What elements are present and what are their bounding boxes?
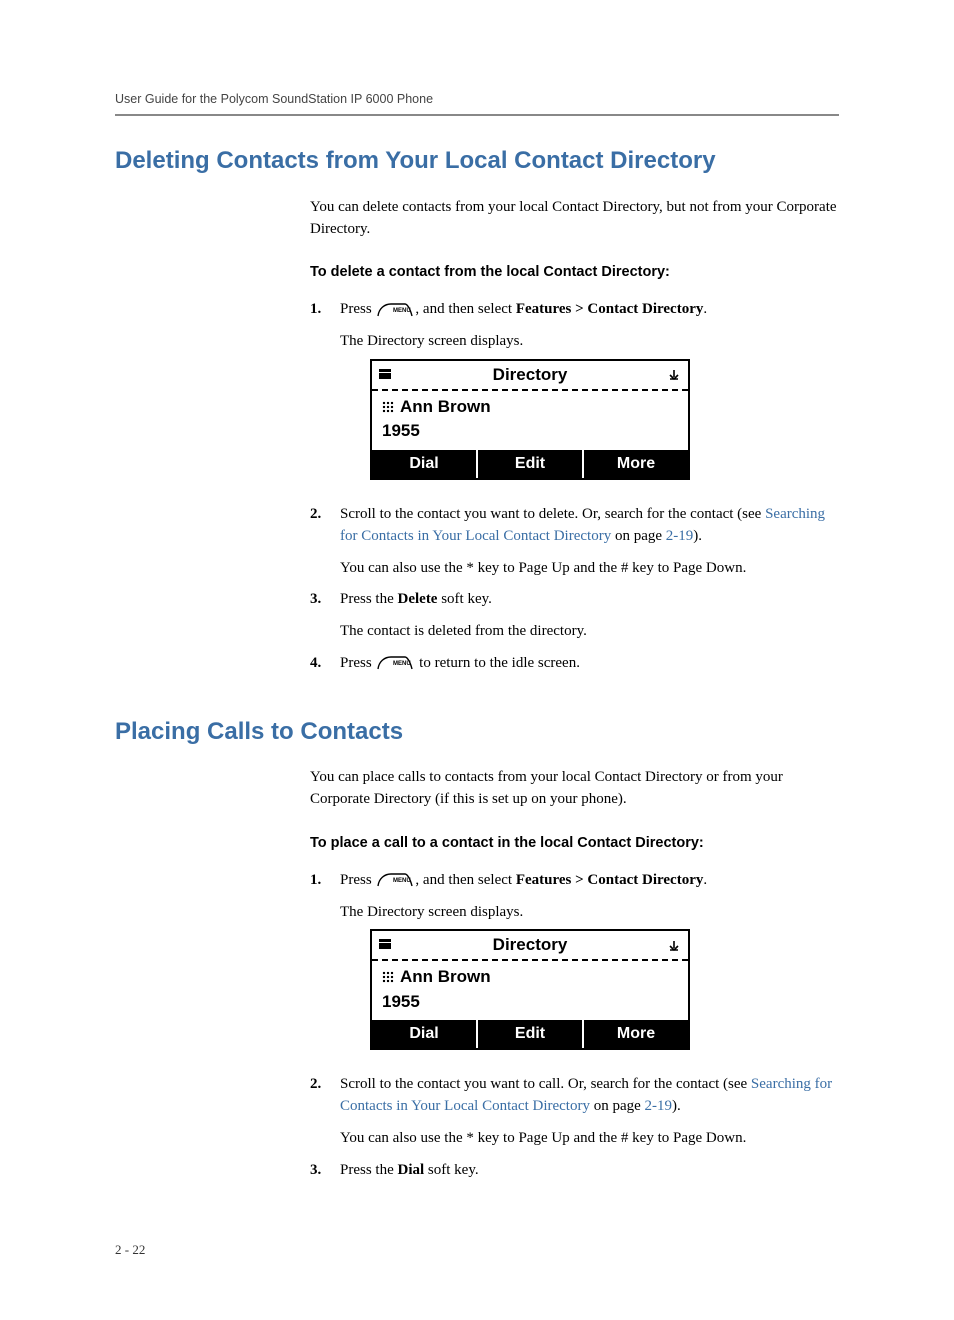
lcd-contact-name: Ann Brown [400, 965, 491, 990]
softkey-more[interactable]: More [584, 1020, 688, 1048]
step-sub: You can also use the * key to Page Up an… [340, 558, 839, 580]
step-text: on page [611, 528, 666, 544]
step-text: Press [340, 655, 375, 671]
step-sub: The contact is deleted from the director… [340, 621, 839, 643]
svg-text:MENU: MENU [393, 308, 411, 314]
features-label: Features [516, 872, 572, 888]
page-ref-link[interactable]: 2-19 [645, 1098, 673, 1114]
softkey-edit[interactable]: Edit [478, 1020, 584, 1048]
step-text: Scroll to the contact you want to call. … [340, 1076, 751, 1092]
step-text: soft key. [437, 591, 491, 607]
page-header: User Guide for the Polycom SoundStation … [115, 90, 839, 108]
down-arrow-icon [668, 369, 680, 381]
section-title-deleting: Deleting Contacts from Your Local Contac… [115, 144, 839, 179]
delete-key-label: Delete [398, 591, 438, 607]
step-text: to return to the idle screen. [415, 655, 580, 671]
header-rule [115, 114, 839, 116]
step-number: 2. [310, 1074, 340, 1149]
step-text: Scroll to the contact you want to delete… [340, 506, 765, 522]
gt-sep: > [571, 872, 587, 888]
keypad-icon [382, 401, 394, 413]
step-text: ). [693, 528, 702, 544]
page-number: 2 - 22 [115, 1241, 839, 1260]
step-sub: The Directory screen displays. [340, 902, 839, 924]
period: . [703, 872, 707, 888]
lcd-title: Directory [392, 363, 668, 388]
menu-key-icon: MENU [377, 872, 413, 888]
step-number: 1. [310, 299, 340, 494]
step-text: Press [340, 872, 375, 888]
subhead-place: To place a call to a contact in the loca… [310, 833, 839, 854]
lcd-screenshot: Directory Ann Brown 1955 Dial Edit More [370, 929, 690, 1050]
home-icon [378, 368, 392, 383]
gt-sep: > [571, 301, 587, 317]
menu-key-icon: MENU [377, 655, 413, 671]
subhead-delete: To delete a contact from the local Conta… [310, 262, 839, 283]
dial-key-label: Dial [398, 1162, 425, 1178]
step-number: 3. [310, 589, 340, 643]
step-text: Press the [340, 1162, 398, 1178]
contact-directory-label: Contact Directory [587, 301, 703, 317]
contact-directory-label: Contact Directory [587, 872, 703, 888]
down-arrow-icon [668, 940, 680, 952]
step-text: soft key. [424, 1162, 478, 1178]
intro-para: You can place calls to contacts from you… [310, 767, 839, 811]
keypad-icon [382, 971, 394, 983]
step-text: on page [590, 1098, 645, 1114]
softkey-more[interactable]: More [584, 450, 688, 478]
intro-para: You can delete contacts from your local … [310, 197, 839, 241]
step-sub: The Directory screen displays. [340, 331, 839, 353]
step-number: 2. [310, 504, 340, 579]
step-text: Press the [340, 591, 398, 607]
step-text: ). [672, 1098, 681, 1114]
softkey-edit[interactable]: Edit [478, 450, 584, 478]
lcd-contact-name: Ann Brown [400, 395, 491, 420]
step-text: , and then select [415, 872, 515, 888]
home-icon [378, 938, 392, 953]
step-number: 4. [310, 653, 340, 675]
step-sub: You can also use the * key to Page Up an… [340, 1128, 839, 1150]
features-label: Features [516, 301, 572, 317]
lcd-contact-number: 1955 [382, 990, 678, 1015]
period: . [703, 301, 707, 317]
svg-text:MENU: MENU [393, 878, 411, 884]
step-text: , and then select [415, 301, 515, 317]
step-number: 1. [310, 870, 340, 1065]
section-title-placing: Placing Calls to Contacts [115, 715, 839, 750]
step-text: Press [340, 301, 375, 317]
softkey-dial[interactable]: Dial [372, 450, 478, 478]
lcd-screenshot: Directory Ann Brown 1955 Dial Edit More [370, 359, 690, 480]
softkey-dial[interactable]: Dial [372, 1020, 478, 1048]
svg-text:MENU: MENU [393, 661, 411, 667]
step-number: 3. [310, 1160, 340, 1182]
lcd-title: Directory [392, 933, 668, 958]
page-ref-link[interactable]: 2-19 [666, 528, 694, 544]
menu-key-icon: MENU [377, 302, 413, 318]
lcd-contact-number: 1955 [382, 419, 678, 444]
